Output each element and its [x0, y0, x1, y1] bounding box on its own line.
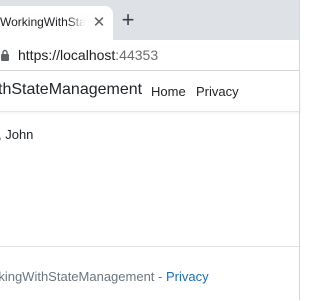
nav-link-home[interactable]: Home	[151, 84, 186, 99]
browser-tab-strip: WorkingWithStateM ✕ +	[0, 0, 300, 40]
site-footer: rkingWithStateManagement - Privacy	[0, 246, 300, 301]
browser-tab[interactable]: WorkingWithStateM ✕	[0, 6, 113, 40]
window-edge	[299, 0, 300, 300]
tab-title: WorkingWithStateM	[0, 15, 85, 29]
navbar-brand[interactable]: thStateManagement	[0, 81, 142, 99]
url-host: https://localhost	[18, 47, 116, 63]
browser-toolbar: https://localhost:44353	[0, 40, 300, 71]
footer-text: rkingWithStateManagement - Privacy	[0, 269, 209, 284]
nav-link-privacy[interactable]: Privacy	[196, 84, 239, 99]
url-port: :44353	[115, 47, 159, 63]
greeting-text: , John	[0, 127, 34, 142]
footer-link-privacy[interactable]: Privacy	[166, 269, 209, 284]
lock-icon[interactable]	[0, 49, 10, 61]
footer-copyright: rkingWithStateManagement -	[0, 269, 166, 284]
new-tab-icon[interactable]: +	[118, 9, 138, 31]
address-bar[interactable]: https://localhost:44353	[18, 47, 158, 63]
close-icon[interactable]: ✕	[91, 15, 107, 31]
site-navbar: thStateManagement Home Privacy	[0, 71, 300, 112]
